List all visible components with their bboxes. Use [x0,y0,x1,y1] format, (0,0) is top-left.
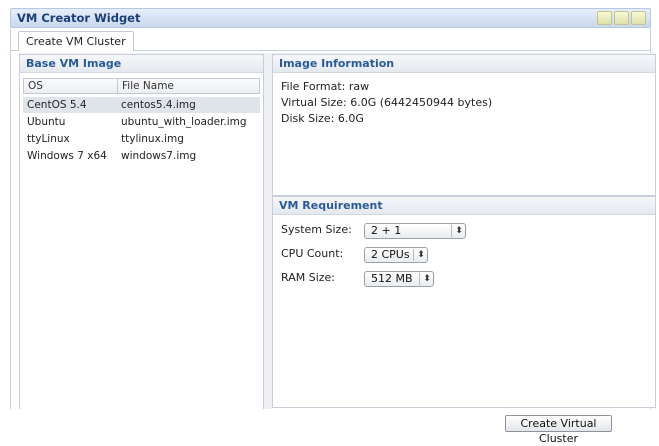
table-row[interactable]: Ubuntu ubuntu_with_loader.img [23,114,260,130]
select-arrows-icon: ⬍ [417,250,425,260]
table-row[interactable]: Windows 7 x64 windows7.img [23,148,260,164]
select-arrows-icon: ⬍ [423,274,431,284]
cpu-count-label: CPU Count: [281,247,344,260]
cell-os: CentOS 5.4 [27,99,87,111]
system-size-label: System Size: [281,223,352,236]
disk-size-text: Disk Size: 6.0G [281,112,364,125]
select-arrows-icon: ⬍ [455,226,463,236]
base-vm-image-panel: Base VM Image OS File Name CentOS 5.4 ce… [19,54,264,425]
cell-os: Windows 7 x64 [27,150,107,162]
ram-size-value: 512 MB [371,272,413,285]
select-divider [413,249,414,261]
column-header-os[interactable]: OS [24,79,117,93]
table-row[interactable]: ttyLinux ttylinux.img [23,131,260,147]
vm-requirement-title: VM Requirement [273,197,655,215]
cell-os: Ubuntu [27,116,66,128]
system-size-value: 2 + 1 [371,224,402,237]
cpu-count-select[interactable]: 2 CPUs ⬍ [364,247,428,263]
vm-requirement-panel: VM Requirement System Size: 2 + 1 ⬍ CPU … [272,196,656,408]
image-information-panel: Image Information File Format: raw Virtu… [272,54,656,196]
cell-file-name: ubuntu_with_loader.img [121,116,247,128]
close-button[interactable] [631,11,646,25]
panel-splitter[interactable] [264,54,272,409]
select-divider [419,273,420,285]
window-title: VM Creator Widget [17,11,141,25]
tab-create-vm-cluster[interactable]: Create VM Cluster [18,31,134,51]
cell-file-name: windows7.img [121,150,197,162]
maximize-button[interactable] [614,11,629,25]
column-header-file-name[interactable]: File Name [118,79,259,93]
file-format-text: File Format: raw [281,80,370,93]
cell-file-name: centos5.4.img [121,99,196,111]
cpu-count-value: 2 CPUs [371,248,410,261]
system-size-select[interactable]: 2 + 1 ⬍ [364,223,466,239]
table-row-selected[interactable]: CentOS 5.4 centos5.4.img [23,97,260,113]
image-information-title: Image Information [273,55,655,73]
image-grid-header: OS File Name [23,78,260,94]
virtual-size-text: Virtual Size: 6.0G (6442450944 bytes) [281,96,493,109]
ram-size-label: RAM Size: [281,271,335,284]
select-divider [451,225,452,237]
base-vm-image-title: Base VM Image [20,55,263,73]
window-titlebar: VM Creator Widget [10,8,651,28]
create-virtual-cluster-button[interactable]: Create Virtual Cluster [505,415,612,445]
ram-size-select[interactable]: 512 MB ⬍ [364,271,434,287]
cell-file-name: ttylinux.img [121,133,184,145]
minimize-button[interactable] [597,11,612,25]
cell-os: ttyLinux [27,133,70,145]
